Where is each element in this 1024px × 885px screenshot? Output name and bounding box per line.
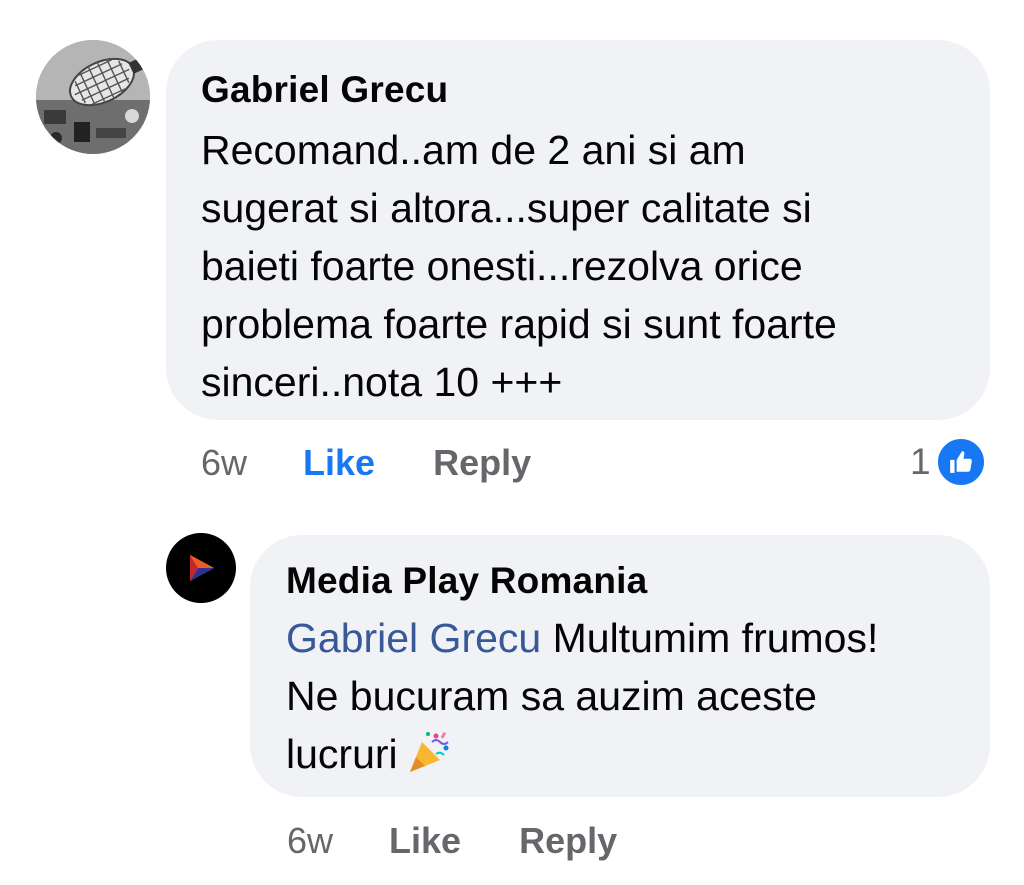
reply-timestamp[interactable]: 6w [287, 820, 333, 862]
reply-actions: 6w Like Reply [287, 820, 617, 862]
mention-link[interactable]: Gabriel Grecu [286, 615, 541, 661]
party-popper-icon [406, 728, 452, 789]
microphone-avatar-image [36, 40, 150, 154]
like-button[interactable]: Like [389, 820, 461, 862]
thumbs-up-icon [934, 436, 987, 488]
avatar[interactable] [36, 40, 150, 154]
like-button[interactable]: Like [303, 442, 375, 484]
comment-thread: Gabriel Grecu Recomand..am de 2 ani si a… [0, 0, 1024, 885]
reaction-summary[interactable]: 1 [910, 436, 987, 488]
comment-text: Recomand..am de 2 ani si am sugerat si a… [201, 127, 837, 405]
reply-author[interactable]: Media Play Romania [286, 557, 960, 605]
reaction-count: 1 [910, 441, 931, 482]
play-logo-icon [190, 555, 214, 581]
reply-bubble: Media Play Romania Gabriel Grecu Multumi… [250, 535, 990, 797]
reply-button[interactable]: Reply [433, 442, 531, 484]
avatar[interactable] [166, 533, 236, 603]
comment-timestamp[interactable]: 6w [201, 442, 247, 484]
reply-button[interactable]: Reply [519, 820, 617, 862]
reply-text-line1: Multumim frumos! [541, 615, 879, 661]
reply-text-line3: lucruri [286, 731, 398, 777]
comment-actions: 6w Like Reply [201, 442, 531, 484]
comment-author[interactable]: Gabriel Grecu [201, 66, 950, 114]
comment-bubble: Gabriel Grecu Recomand..am de 2 ani si a… [166, 40, 990, 420]
reply-text-line2: Ne bucuram sa auzim aceste [286, 673, 817, 719]
reply-text: Gabriel Grecu Multumim frumos! Ne bucura… [286, 609, 960, 789]
